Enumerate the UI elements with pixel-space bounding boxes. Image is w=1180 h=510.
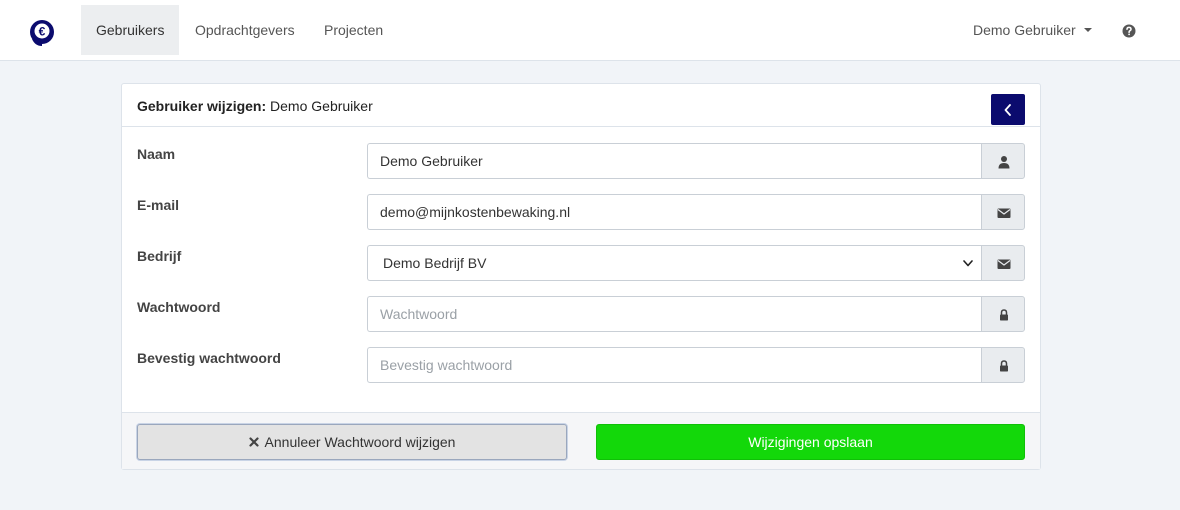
top-navbar: € Gebruikers Opdrachtgevers Projecten De… [0, 0, 1180, 61]
name-label: Naam [137, 146, 176, 162]
company-label: Bedrijf [137, 248, 182, 264]
email-input-group [367, 194, 1025, 230]
confirm-password-label: Bevestig wachtwoord [137, 350, 281, 366]
user-menu-dropdown[interactable]: Demo Gebruiker [973, 5, 1092, 55]
times-icon [248, 437, 259, 447]
envelope-icon [997, 208, 1011, 218]
password-input-group [367, 296, 1025, 332]
confirm-password-input-group [367, 347, 1025, 383]
confirm-password-addon [981, 347, 1025, 383]
save-button-label: Wijzigingen opslaan [748, 434, 873, 450]
svg-text:€: € [39, 25, 46, 39]
lock-icon [1000, 309, 1008, 321]
email-input[interactable] [367, 194, 982, 230]
card-title-name: Demo Gebruiker [270, 98, 373, 114]
name-input[interactable] [367, 143, 982, 179]
back-button[interactable] [991, 94, 1025, 125]
nav-item-projecten[interactable]: Projecten [309, 5, 398, 55]
email-addon [981, 194, 1025, 230]
lock-icon [1000, 360, 1008, 372]
name-addon [981, 143, 1025, 179]
password-input[interactable] [367, 296, 982, 332]
edit-user-card: Gebruiker wijzigen: Demo Gebruiker Naam … [121, 83, 1041, 470]
card-header: Gebruiker wijzigen: Demo Gebruiker [122, 84, 1040, 127]
user-menu-label: Demo Gebruiker [973, 22, 1076, 38]
cancel-button-label: Annuleer Wachtwoord wijzigen [264, 434, 456, 450]
password-addon [981, 296, 1025, 332]
envelope-icon [997, 259, 1011, 269]
password-label: Wachtwoord [137, 299, 221, 315]
card-footer: Annuleer Wachtwoord wijzigen Wijzigingen… [122, 412, 1040, 469]
email-label: E-mail [137, 197, 180, 213]
card-title: Gebruiker wijzigen: Demo Gebruiker [137, 98, 373, 114]
nav-item-gebruikers[interactable]: Gebruikers [81, 5, 180, 55]
company-select-group: Demo Bedrijf BV [367, 245, 1025, 281]
caret-down-icon [1083, 27, 1092, 32]
user-icon [998, 156, 1010, 169]
card-title-prefix: Gebruiker wijzigen: [137, 98, 267, 114]
euro-logo-icon[interactable]: € [29, 19, 55, 47]
chevron-left-icon [1004, 104, 1011, 116]
cancel-password-change-button[interactable]: Annuleer Wachtwoord wijzigen [137, 424, 567, 460]
save-changes-button[interactable]: Wijzigingen opslaan [596, 424, 1025, 460]
question-circle-icon[interactable] [1122, 24, 1136, 38]
company-select[interactable]: Demo Bedrijf BV [367, 245, 982, 281]
name-input-group [367, 143, 1025, 179]
nav-item-opdrachtgevers[interactable]: Opdrachtgevers [180, 5, 310, 55]
confirm-password-input[interactable] [367, 347, 982, 383]
company-addon [981, 245, 1025, 281]
